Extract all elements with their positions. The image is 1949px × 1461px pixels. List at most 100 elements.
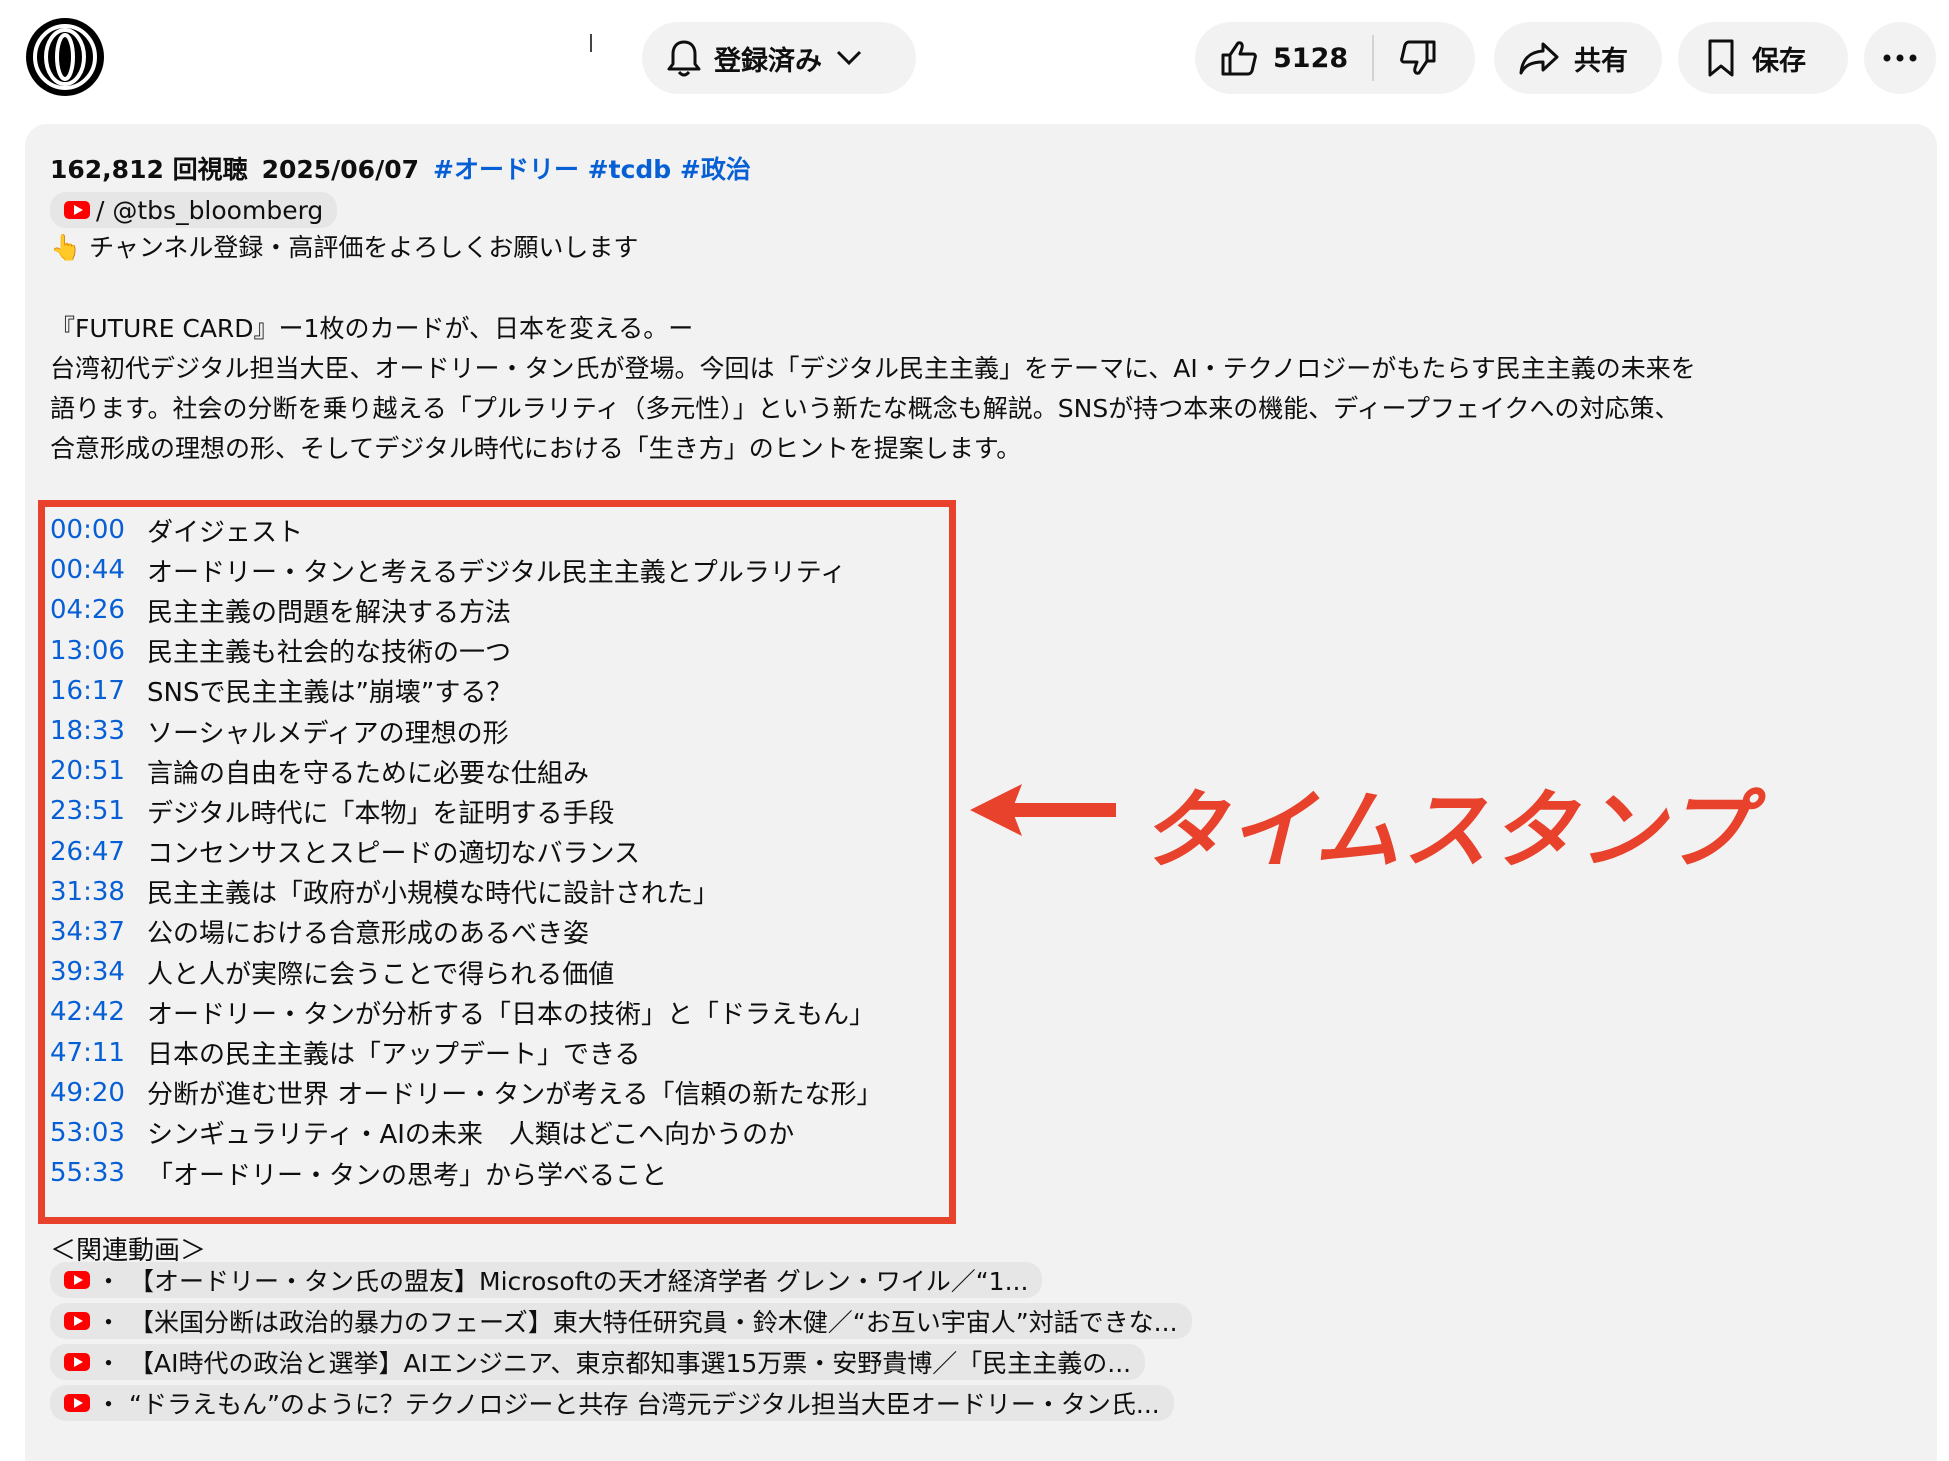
hashtag-link[interactable]: #tcdb [588,155,672,184]
chapter-title: 民主主義も社会的な技術の一つ [147,638,512,669]
related-video-link[interactable]: ・【AI時代の政治と選挙】AIエンジニア、東京都知事選15万票・安野貴博／「民主… [50,1344,1146,1380]
timestamp-link[interactable]: 34:37 [50,917,147,947]
timestamp-link[interactable]: 49:20 [50,1078,147,1108]
timestamp-link[interactable]: 13:06 [50,636,147,666]
timestamp-link[interactable]: 20:51 [50,756,147,786]
timestamp-link[interactable]: 04:26 [50,595,147,625]
timestamp-link[interactable]: 31:38 [50,877,147,907]
subscribed-button[interactable]: 登録済み [642,22,916,94]
chevron-down-icon [836,50,862,66]
dislike-button[interactable] [1374,22,1438,94]
timestamp-link[interactable]: 26:47 [50,837,147,867]
timestamp-row: 34:37 公の場における合意形成のあるべき姿 [50,912,883,952]
timestamp-row: 42:42 オードリー・タンが分析する「日本の技術」と「ドラえもん」 [50,992,883,1032]
timestamp-link[interactable]: 00:00 [50,515,147,545]
related-video-link[interactable]: ・【米国分断は政治的暴力のフェーズ】東大特任研究員・鈴木健／“お互い宇宙人”対話… [50,1303,1192,1339]
chapter-title: 言論の自由を守るために必要な仕組み [147,758,590,789]
chapter-title: 「オードリー・タンの思考」から学べること [147,1160,668,1191]
timestamp-row: 00:44 オードリー・タンと考えるデジタル民主主義とプルラリティ [50,550,883,590]
timestamp-row: 20:51 言論の自由を守るために必要な仕組み [50,751,883,791]
description-line: 合意形成の理想の形、そしてデジタル時代における「生き方」のヒントを提案します。 [50,434,1022,463]
hashtag-list: #オードリー #tcdb #政治 [433,155,751,184]
chapter-title: 日本の民主主義は「アップデート」できる [147,1040,641,1071]
save-button[interactable]: 保存 [1678,22,1848,94]
youtube-icon [64,1271,90,1289]
channel-handle: / @tbs_bloomberg [96,195,324,225]
subscribed-label: 登録済み [714,45,822,77]
bookmark-icon [1708,39,1734,77]
like-button[interactable]: 5128 [1195,22,1372,94]
timestamp-list: 00:00 ダイジェスト 00:44 オードリー・タンと考えるデジタル民主主義とプルラ… [50,510,883,1193]
related-video-title: 【オードリー・タン氏の盟友】Microsoftの天才経済学者 グレン・ワイル／“… [129,1267,1029,1296]
bullet: ・ [96,1349,122,1378]
bell-icon [667,40,701,77]
chapter-title: 公の場における合意形成のあるべき姿 [147,919,590,950]
bullet: ・ [96,1267,122,1296]
timestamp-link[interactable]: 53:03 [50,1118,147,1148]
youtube-icon [64,1353,90,1371]
youtube-icon [64,1394,90,1412]
chapter-title: 民主主義は「政府が小規模な時代に設計された」 [147,879,720,910]
chapter-title: コンセンサスとスピードの適切なバランス [147,839,640,870]
text-cursor-mark [590,34,592,52]
timestamp-link[interactable]: 23:51 [50,796,147,826]
share-button[interactable]: 共有 [1494,22,1662,94]
youtube-icon [64,1312,90,1330]
timestamp-link[interactable]: 39:34 [50,957,147,987]
timestamp-row: 53:03 シンギュラリティ・AIの未来 人類はどこへ向かうのか [50,1113,883,1153]
timestamp-row: 00:00 ダイジェスト [50,510,883,550]
timestamp-link[interactable]: 55:33 [50,1158,147,1188]
related-video-title: 【米国分断は政治的暴力のフェーズ】東大特任研究員・鈴木健／“お互い宇宙人”対話で… [129,1308,1178,1337]
video-action-bar: 登録済み 5128 共有 保存 [0,0,1949,112]
upload-date: 2025/06/07 [261,155,419,184]
chapter-title: SNSで民主主義は”崩壊”する？ [147,678,513,709]
bullet: ・ [96,1308,122,1337]
like-count: 5128 [1273,42,1349,74]
timestamp-link[interactable]: 16:17 [50,676,147,706]
timestamp-link[interactable]: 47:11 [50,1038,147,1068]
bullet: ・ [96,1390,122,1419]
chapter-title: デジタル時代に「本物」を証明する手段 [147,798,615,829]
channel-handle-chip[interactable]: / @tbs_bloomberg [50,192,338,228]
chapter-title: 民主主義の問題を解決する方法 [147,597,512,628]
timestamp-annotation: タイムスタンプ [968,760,1758,881]
chapter-title: 分断が進む世界 オードリー・タンが考える「信頼の新たな形」 [147,1080,883,1111]
related-video-title: “ドラえもん”のように？テクノロジーと共存 台湾元デジタル担当大臣オードリー・タ… [129,1390,1160,1419]
description-line: 台湾初代デジタル担当大臣、オードリー・タン氏が登場。今回は「デジタル民主主義」を… [50,354,1696,383]
like-dislike-group: 5128 [1195,22,1475,94]
timestamp-row: 31:38 民主主義は「政府が小規模な時代に設計された」 [50,872,883,912]
thumbs-down-icon [1400,40,1436,75]
hashtag-link[interactable]: #政治 [680,155,751,184]
timestamp-link[interactable]: 00:44 [50,555,147,585]
timestamp-row: 49:20 分断が進む世界 オードリー・タンが考える「信頼の新たな形」 [50,1073,883,1113]
thumbs-up-icon [1221,41,1257,76]
chapter-title: シンギュラリティ・AIの未来 人類はどこへ向かうのか [147,1120,795,1151]
timestamp-row: 18:33 ソーシャルメディアの理想の形 [50,711,883,751]
chapter-title: 人と人が実際に会うことで得られる価値 [147,959,615,990]
channel-logo[interactable] [24,16,106,98]
timestamp-row: 23:51 デジタル時代に「本物」を証明する手段 [50,791,883,831]
related-video-link[interactable]: ・ “ドラえもん”のように？テクノロジーと共存 台湾元デジタル担当大臣オードリー・… [50,1385,1174,1421]
description-line: 語ります。社会の分断を乗り越える「プルラリティ（多元性）」という新たな概念も解説… [50,394,1680,423]
related-video-title: 【AI時代の政治と選挙】AIエンジニア、東京都知事選15万票・安野貴博／「民主主… [129,1349,1132,1378]
chapter-title: ダイジェスト [147,517,304,548]
more-actions-button[interactable] [1864,22,1936,94]
chapter-title: オードリー・タンと考えるデジタル民主主義とプルラリティ [147,557,847,588]
subscribe-prompt: 👆 チャンネル登録・高評価をよろしくお願いします [50,233,639,262]
description-line: 『FUTURE CARD』ー1枚のカードが、日本を変える。ー [50,314,694,343]
chapter-title: ソーシャルメディアの理想の形 [147,718,509,749]
timestamp-row: 47:11 日本の民主主義は「アップデート」できる [50,1032,883,1072]
save-label: 保存 [1752,45,1806,77]
timestamp-row: 04:26 民主主義の問題を解決する方法 [50,590,883,630]
video-meta-line: 162,812 回視聴 2025/06/07 #オードリー #tcdb #政治 [50,150,751,186]
more-icon [1883,54,1917,62]
chapter-title: オードリー・タンが分析する「日本の技術」と「ドラえもん」 [147,999,876,1030]
timestamp-link[interactable]: 18:33 [50,716,147,746]
share-arrow-icon [1519,42,1559,75]
timestamp-row: 39:34 人と人が実際に会うことで得られる価値 [50,952,883,992]
timestamp-row: 13:06 民主主義も社会的な技術の一つ [50,631,883,671]
timestamp-link[interactable]: 42:42 [50,997,147,1027]
annotation-label: タイムスタンプ [1140,781,1752,881]
related-video-link[interactable]: ・【オードリー・タン氏の盟友】Microsoftの天才経済学者 グレン・ワイル／… [50,1262,1043,1298]
hashtag-link[interactable]: #オードリー [433,155,579,184]
